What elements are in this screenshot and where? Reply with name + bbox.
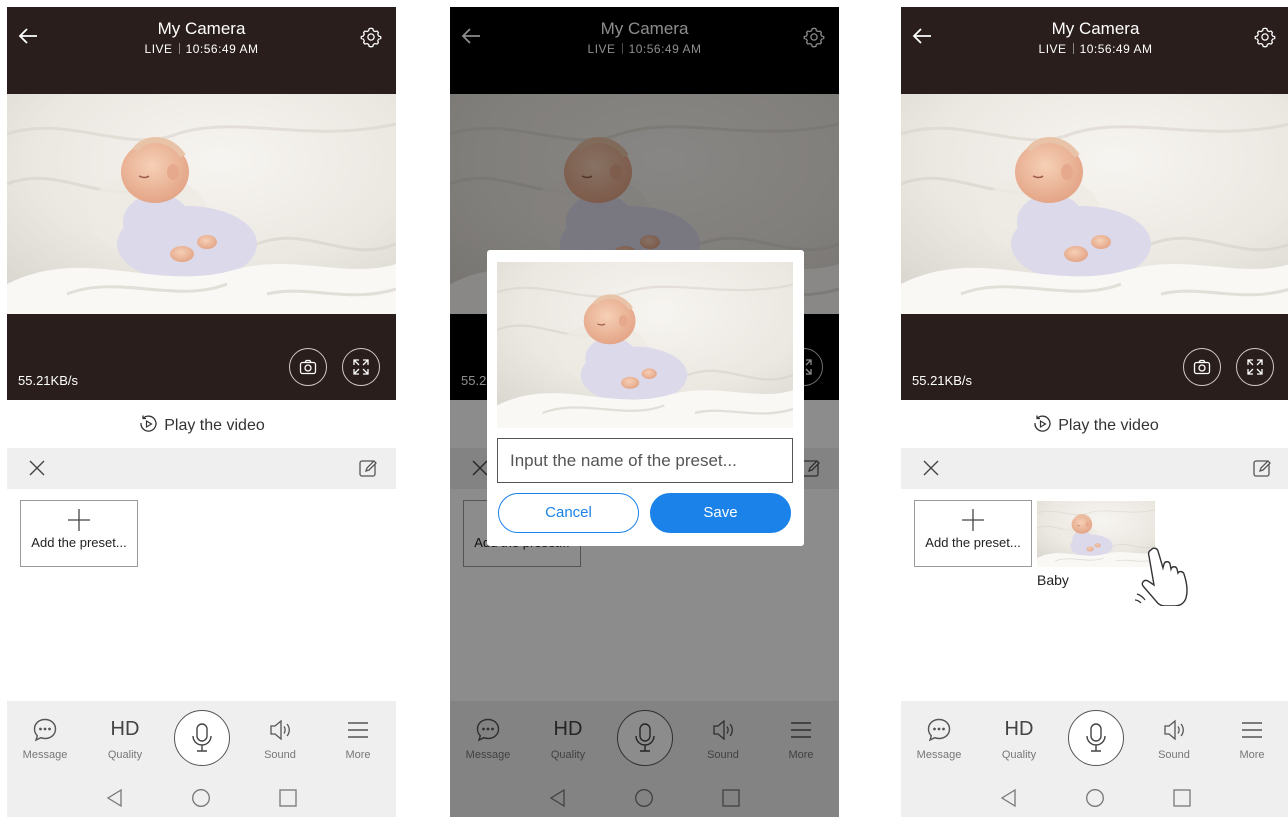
- live-video-feed: [901, 94, 1288, 314]
- camera-screen-3: My Camera LIVE 10:56:49 AM 55.21KB/s Play…: [901, 7, 1288, 817]
- microphone-button[interactable]: [1068, 710, 1124, 766]
- bottom-toolbar: Message HD Quality Sound More: [7, 701, 396, 776]
- add-preset-button[interactable]: Add the preset...: [20, 500, 138, 567]
- speaker-icon: [1164, 719, 1184, 741]
- preset-bar: [7, 448, 396, 489]
- data-rate: 55.21KB/s: [912, 373, 972, 388]
- save-button[interactable]: Save: [650, 493, 791, 533]
- preset-name: Baby: [1037, 572, 1069, 588]
- sound-label: Sound: [264, 749, 296, 761]
- quality-label: Quality: [1001, 749, 1037, 761]
- more-button[interactable]: More: [333, 701, 383, 776]
- message-button[interactable]: Message: [911, 701, 967, 776]
- camera-snapshot-icon: [1193, 359, 1211, 375]
- plus-icon: [68, 509, 90, 531]
- live-time: 10:56:49 AM: [185, 42, 259, 56]
- more-button[interactable]: More: [1227, 701, 1277, 776]
- plus-icon: [962, 509, 984, 531]
- settings-gear-icon[interactable]: [360, 26, 382, 48]
- speaker-icon: [270, 719, 290, 741]
- add-preset-button[interactable]: Add the preset...: [914, 500, 1032, 567]
- live-video-panel[interactable]: 55.21KB/s: [7, 90, 396, 400]
- message-label: Message: [22, 749, 68, 761]
- message-icon: [927, 718, 951, 742]
- message-icon: [33, 718, 57, 742]
- edit-icon[interactable]: [358, 458, 378, 478]
- camera-screen-1: My Camera LIVE 10:56:49 AM 55.21KB/s Play…: [7, 7, 396, 817]
- quality-button[interactable]: HD Quality: [989, 701, 1049, 776]
- system-nav-bar: [901, 776, 1288, 817]
- save-preset-dialog: Cancel Save: [487, 250, 804, 546]
- nav-back-icon[interactable]: [105, 788, 125, 808]
- divider: [1072, 43, 1074, 54]
- fullscreen-button[interactable]: [342, 348, 380, 386]
- live-label: LIVE: [144, 42, 173, 56]
- divider: [178, 43, 180, 54]
- quality-value: HD: [110, 718, 140, 740]
- sound-label: Sound: [1158, 749, 1190, 761]
- cancel-button[interactable]: Cancel: [498, 493, 639, 533]
- nav-recents-icon[interactable]: [1172, 788, 1192, 808]
- microphone-button[interactable]: [174, 710, 230, 766]
- hand-pointer-icon: [1134, 547, 1188, 606]
- camera-snapshot-icon: [299, 359, 317, 375]
- play-video-link[interactable]: Play the video: [901, 414, 1288, 435]
- preset-preview-image: [497, 262, 793, 428]
- preset-bar: [901, 448, 1288, 489]
- quality-label: Quality: [107, 749, 143, 761]
- snapshot-button[interactable]: [1183, 348, 1221, 386]
- live-video-panel[interactable]: 55.21KB/s: [901, 90, 1288, 400]
- edit-icon[interactable]: [1252, 458, 1272, 478]
- menu-icon: [1242, 722, 1262, 738]
- add-preset-label: Add the preset...: [925, 535, 1021, 550]
- replay-icon: [140, 415, 157, 432]
- nav-home-icon[interactable]: [191, 788, 211, 808]
- page-title: My Camera: [1051, 19, 1140, 38]
- app-header: My Camera LIVE 10:56:49 AM: [7, 7, 396, 90]
- fullscreen-icon: [1247, 359, 1263, 375]
- message-button[interactable]: Message: [17, 701, 73, 776]
- live-label: LIVE: [1038, 42, 1067, 56]
- microphone-icon: [192, 723, 212, 752]
- play-video-label: Play the video: [164, 417, 265, 434]
- nav-home-icon[interactable]: [1085, 788, 1105, 808]
- play-video-link[interactable]: Play the video: [7, 414, 396, 435]
- fullscreen-button[interactable]: [1236, 348, 1274, 386]
- snapshot-button[interactable]: [289, 348, 327, 386]
- app-header: My Camera LIVE 10:56:49 AM: [901, 7, 1288, 90]
- add-preset-label: Add the preset...: [31, 535, 127, 550]
- live-video-feed: [7, 94, 396, 314]
- data-rate: 55.21KB/s: [18, 373, 78, 388]
- preset-name-input[interactable]: [497, 438, 793, 483]
- replay-icon: [1034, 415, 1051, 432]
- page-title: My Camera: [157, 19, 246, 38]
- microphone-icon: [1086, 723, 1106, 752]
- menu-icon: [348, 722, 368, 738]
- more-label: More: [345, 749, 371, 761]
- settings-gear-icon[interactable]: [1254, 26, 1276, 48]
- sound-button[interactable]: Sound: [255, 701, 305, 776]
- message-label: Message: [916, 749, 962, 761]
- quality-value: HD: [1004, 718, 1034, 740]
- camera-screen-2: My Camera LIVE10:56:49 AM 55.21KB/s Play…: [450, 7, 839, 817]
- live-status: LIVE 10:56:49 AM: [7, 42, 396, 56]
- nav-recents-icon[interactable]: [278, 788, 298, 808]
- fullscreen-icon: [353, 359, 369, 375]
- play-video-label: Play the video: [1058, 417, 1159, 434]
- nav-back-icon[interactable]: [999, 788, 1019, 808]
- sound-button[interactable]: Sound: [1149, 701, 1199, 776]
- live-time: 10:56:49 AM: [1079, 42, 1153, 56]
- system-nav-bar: [7, 776, 396, 817]
- close-icon[interactable]: [921, 458, 941, 478]
- close-icon[interactable]: [27, 458, 47, 478]
- live-status: LIVE 10:56:49 AM: [901, 42, 1288, 56]
- bottom-toolbar: Message HD Quality Sound More: [901, 701, 1288, 776]
- more-label: More: [1239, 749, 1265, 761]
- quality-button[interactable]: HD Quality: [95, 701, 155, 776]
